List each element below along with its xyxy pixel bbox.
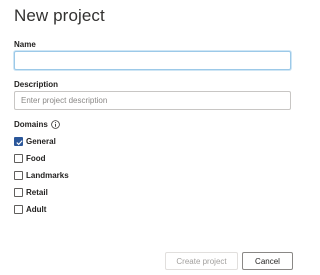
name-label: Name	[14, 40, 36, 49]
domain-option-food[interactable]: Food	[14, 154, 69, 163]
domain-label: Food	[26, 154, 46, 163]
domain-option-general[interactable]: General	[14, 137, 69, 146]
domain-option-retail[interactable]: Retail	[14, 188, 69, 197]
domain-option-adult[interactable]: Adult	[14, 205, 69, 214]
domain-option-landmarks[interactable]: Landmarks	[14, 171, 69, 180]
new-project-dialog: New project Name Description Domains Gen…	[0, 0, 300, 275]
dialog-title: New project	[14, 6, 105, 25]
domain-checkbox-checked[interactable]	[14, 137, 23, 146]
create-project-button[interactable]: Create project	[165, 252, 238, 270]
checkmark-icon	[16, 140, 23, 146]
domain-label: Landmarks	[26, 171, 69, 180]
domains-label-row: Domains	[14, 120, 60, 129]
domain-checkbox[interactable]	[14, 154, 23, 163]
domains-list: General Food Landmarks Retail Adult	[14, 137, 69, 222]
description-input[interactable]	[14, 91, 291, 110]
domain-label: Adult	[26, 205, 47, 214]
description-label: Description	[14, 80, 59, 89]
name-input[interactable]	[14, 51, 291, 70]
domain-checkbox[interactable]	[14, 171, 23, 180]
domain-label: General	[26, 137, 56, 146]
domain-checkbox[interactable]	[14, 205, 23, 214]
domains-label: Domains	[14, 120, 48, 129]
cancel-button[interactable]: Cancel	[242, 252, 293, 270]
domain-checkbox[interactable]	[14, 188, 23, 197]
domain-label: Retail	[26, 188, 48, 197]
info-icon[interactable]	[50, 120, 60, 129]
